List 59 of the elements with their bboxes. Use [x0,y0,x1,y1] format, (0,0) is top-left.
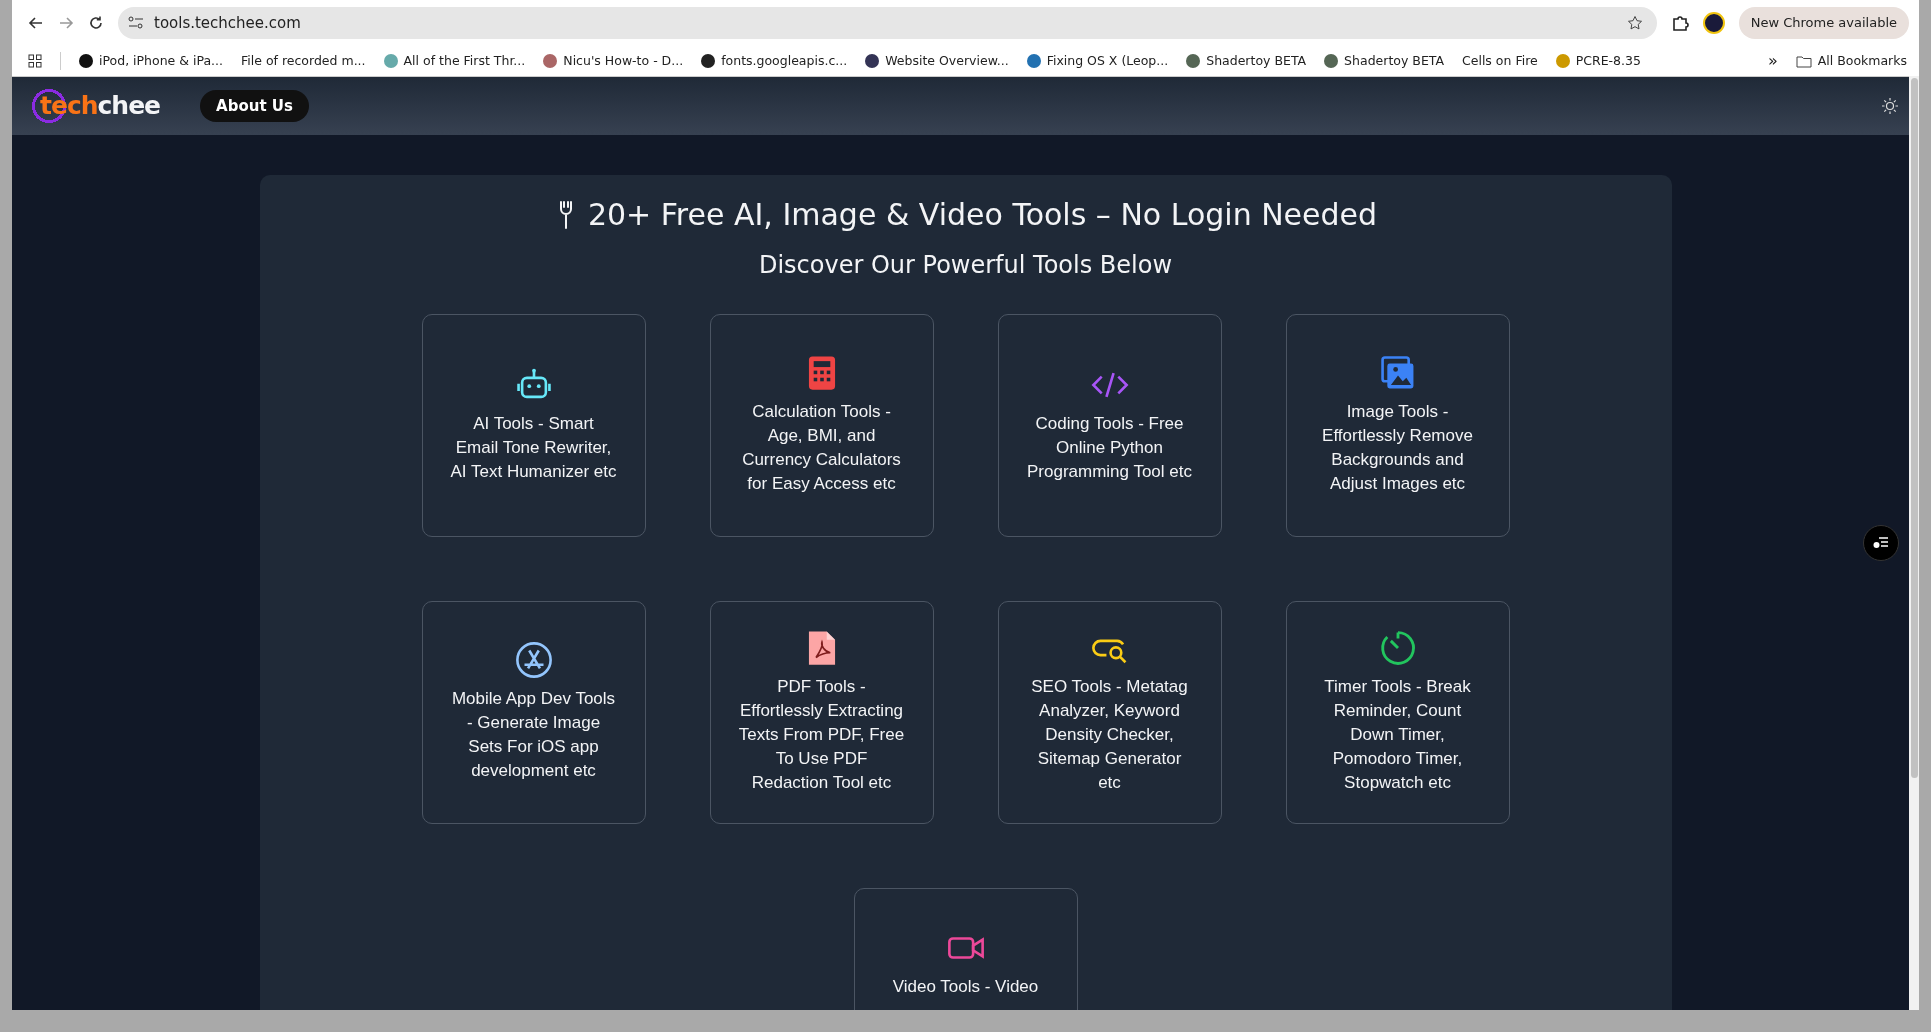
site-settings-icon[interactable] [128,16,144,30]
tool-description: Video Tools - Video [892,975,1039,998]
bookmark-favicon-icon [1324,54,1339,68]
apps-grid-icon[interactable] [28,54,42,68]
star-icon[interactable] [1626,15,1643,31]
tool-description: Mobile App Dev Tools - Generate Image Sets For iOS app development etc [450,688,617,783]
bookmark-link[interactable]: fonts.googleapis.c... [701,51,848,71]
tool-card[interactable]: AI Tools - Smart Email Tone Rewriter, AI Text Humanizer etc [421,313,646,537]
bookmark-link[interactable]: iPod, iPhone & iPa... [79,51,223,71]
tool-card[interactable]: Timer Tools - Break Reminder, Count Down Timer, Pomodoro Timer, Stopwatch etc [1285,600,1510,824]
puzzle-icon[interactable] [1670,14,1689,32]
list-icon [1873,537,1889,549]
tool-description: Calculation Tools - Age, BMI, and Currency Calculators for Easy Access etc [741,401,902,496]
tool-description: AI Tools - Smart Email Tone Rewriter, AI Text Humanizer etc [450,413,617,484]
reload-icon[interactable] [88,15,104,31]
bookmark-link[interactable]: Cells on Fire [1462,51,1538,71]
tool-description: Coding Tools - Free Online Python Programming Tool etc [1026,413,1193,484]
tool-card[interactable]: Coding Tools - Free Online Python Programming Tool etc [997,313,1222,537]
tool-description: Timer Tools - Break Reminder, Count Down Timer, Pomodoro Timer, Stopwatch etc [1323,676,1472,795]
scrollbar[interactable] [1909,76,1919,1010]
bookmark-favicon-icon [1026,54,1041,68]
back-icon[interactable] [28,15,44,31]
bookmark-link[interactable]: All of the First Thr... [383,51,526,71]
tool-card[interactable]: PDF Tools - Effortlessly Extracting Texts From PDF, Free To Use PDF Redaction Tool etc [709,600,934,824]
bookmark-favicon-icon [79,54,93,68]
sun-icon[interactable] [1881,97,1899,115]
tool-card[interactable]: Image Tools - Effortlessly Remove Backgrounds and Adjust Images etc [1285,313,1510,537]
bookmark-link[interactable]: Shadertoy BETA [1324,51,1444,71]
bookmark-link[interactable]: Website Overview... [865,51,1009,71]
bookmark-link[interactable]: Fixing OS X (Leop... [1026,51,1169,71]
bookmark-link[interactable]: Shadertoy BETA [1186,51,1307,71]
bookmark-link[interactable]: Nicu's How-to - D... [543,51,684,71]
page-heading: 20+ Free AI, Image & Video Tools – No Login Needed [587,197,1378,233]
tool-card[interactable]: Mobile App Dev Tools - Generate Image Sets For iOS app development etc [421,600,646,824]
folder-icon [1795,54,1812,68]
floating-menu-button[interactable] [1863,525,1899,561]
bookmark-favicon-icon [1186,54,1201,68]
tool-description: PDF Tools - Effortlessly Extracting Texts From PDF, Free To Use PDF Redaction Tool etc [738,676,905,795]
tool-card[interactable]: Calculation Tools - Age, BMI, and Currency Calculators for Easy Access etc [709,313,934,537]
update-button[interactable]: New Chrome available [1738,7,1909,39]
profile-avatar[interactable] [1702,12,1725,34]
url-text: tools.techchee.com [154,12,301,34]
tool-card[interactable]: Video Tools - Video [853,887,1078,1010]
bookmark-favicon-icon [865,54,880,68]
bookmark-favicon-icon [701,54,716,68]
bookmark-favicon-icon [543,54,558,68]
tool-card[interactable]: SEO Tools - Metatag Analyzer, Keyword Density Checker, Sitemap Generator etc [997,600,1222,824]
tool-description: Image Tools - Effortlessly Remove Backgrounds and Adjust Images etc [1321,401,1474,496]
all-bookmarks-link[interactable]: All Bookmarks [1795,51,1907,71]
bookmark-favicon-icon [1555,54,1570,68]
bookmarks-overflow-button[interactable]: » [1767,49,1778,73]
address-bar[interactable]: tools.techchee.com [118,7,1657,39]
nav-button[interactable]: About Us [200,89,309,123]
bookmark-link[interactable]: PCRE-8.35 [1555,51,1641,71]
forward-icon[interactable] [58,15,74,31]
bookmark-favicon-icon [383,54,398,68]
section-subtitle: Discover Our Powerful Tools Below [758,251,1173,280]
bookmark-link[interactable]: File of recorded m... [241,51,366,71]
tool-description: SEO Tools - Metatag Analyzer, Keyword Density Checker, Sitemap Generator etc [1030,676,1189,795]
